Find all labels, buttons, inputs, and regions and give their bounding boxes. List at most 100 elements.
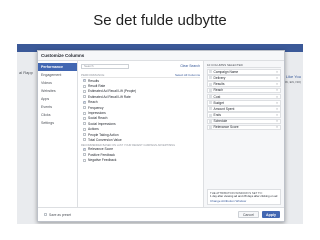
remove-icon[interactable]: ×: [276, 95, 280, 99]
checkbox[interactable]: [83, 89, 86, 93]
selected-column[interactable]: Campaign Name ×: [207, 69, 281, 75]
selected-column-label: Campaign Name: [213, 69, 239, 74]
column-option-label: Positive Feedback: [88, 152, 115, 157]
dialog-footer: Save as preset Cancel Apply: [38, 207, 284, 221]
nav-item[interactable]: Settings: [38, 119, 77, 127]
drag-handle-icon[interactable]: [209, 107, 212, 111]
select-all-link[interactable]: Select All Columns: [175, 73, 200, 77]
checkbox[interactable]: [83, 158, 86, 162]
selected-column[interactable]: Reach ×: [207, 87, 281, 94]
dialog-title: Customize Columns: [41, 53, 85, 58]
selected-column[interactable]: Amount Spent ×: [207, 106, 281, 112]
save-preset-toggle[interactable]: Save as preset: [42, 213, 71, 217]
checkbox[interactable]: [44, 213, 47, 216]
column-option-label: Results: [88, 78, 99, 83]
column-option-label: People Taking Action: [88, 132, 119, 137]
selected-column[interactable]: Relevance Score ×: [207, 124, 281, 131]
selected-column[interactable]: Delivery ×: [207, 75, 281, 81]
option-list: ✓ Results Result Rate Estimated Ad Recall L…: [81, 78, 200, 143]
attribution-text: 1 day after viewing ad and 28 days after…: [210, 193, 278, 198]
remove-icon[interactable]: ×: [276, 88, 280, 92]
selected-column-label: Schedule: [213, 119, 228, 124]
remove-icon[interactable]: ×: [276, 119, 280, 123]
checkbox-checked[interactable]: ✓: [83, 79, 86, 83]
drag-handle-icon[interactable]: [209, 101, 212, 105]
remove-icon[interactable]: ×: [276, 101, 280, 105]
selected-column-label: Cost: [213, 94, 221, 99]
attribution-box: THE ATTRIBUTION WINDOW IS SET TO: 1 day …: [207, 188, 281, 205]
checkbox[interactable]: [83, 133, 86, 137]
cancel-button[interactable]: Cancel: [237, 211, 260, 218]
drag-handle-icon[interactable]: [209, 119, 212, 123]
column-option-label: Relevance Score: [88, 147, 114, 152]
nav-item[interactable]: Engagement: [38, 71, 77, 79]
selected-column-label: Reach: [213, 88, 224, 93]
checkbox[interactable]: [83, 116, 86, 120]
column-options-panel: Search Clear Search PERFORMANCE Select A…: [78, 61, 204, 207]
nav-item[interactable]: Performance: [38, 63, 77, 71]
remove-icon[interactable]: ×: [276, 70, 280, 74]
column-option-label: Social Impressions: [88, 121, 116, 126]
checkbox-checked[interactable]: ✓: [83, 100, 86, 104]
apply-button[interactable]: Apply: [262, 211, 280, 218]
selected-column-label: Relevance Score: [213, 125, 239, 130]
drag-handle-icon[interactable]: [209, 88, 212, 92]
checkbox[interactable]: [83, 111, 86, 115]
change-attribution-link[interactable]: Change Attribution Window: [210, 199, 278, 203]
selected-column[interactable]: Results ×: [207, 81, 281, 87]
selected-columns-panel: 10 COLUMNS SELECTED Campaign Name × Delive…: [204, 61, 284, 207]
column-option-label: Reach: [88, 100, 98, 105]
selected-column-label: Delivery: [213, 75, 226, 80]
clear-search-link[interactable]: Clear Search: [180, 64, 200, 68]
category-nav: Performance Engagement Videos Websites Apps E…: [38, 61, 78, 207]
drag-handle-icon[interactable]: [209, 125, 212, 129]
drag-handle-icon[interactable]: [209, 95, 212, 99]
save-preset-label: Save as preset: [49, 212, 71, 217]
column-option-label: Result Rate: [88, 84, 106, 89]
column-option-label: Impressions: [88, 111, 106, 116]
selected-column[interactable]: Schedule ×: [207, 118, 281, 125]
column-option[interactable]: Total Conversion Value: [81, 137, 200, 142]
search-row: Search Clear Search: [81, 63, 200, 69]
nav-item[interactable]: Apps: [38, 95, 77, 103]
selected-column[interactable]: Ends ×: [207, 112, 281, 118]
drag-handle-icon[interactable]: [209, 70, 212, 74]
nav-item[interactable]: Events: [38, 103, 77, 111]
nav-item[interactable]: Websites: [38, 87, 77, 95]
option-list-recommended: ✓ Relevance Score Positive Feedback Negativ…: [81, 147, 200, 163]
remove-icon[interactable]: ×: [276, 76, 280, 80]
column-option[interactable]: Negative Feedback: [81, 157, 200, 162]
selected-column-label: Budget: [213, 100, 224, 105]
customize-columns-dialog: Customize Columns Performance Engagement V…: [37, 50, 285, 222]
drag-handle-icon[interactable]: [209, 113, 212, 117]
remove-icon[interactable]: ×: [276, 82, 280, 86]
column-option-label: Frequency: [88, 105, 104, 110]
checkbox[interactable]: [83, 95, 86, 99]
checkbox[interactable]: [83, 153, 86, 157]
screenshot: al Rapp People Like You ata (DK, EN, NO)…: [17, 44, 303, 224]
checkbox[interactable]: [83, 127, 86, 131]
checkbox-checked[interactable]: ✓: [83, 147, 86, 151]
remove-icon[interactable]: ×: [276, 125, 280, 129]
remove-icon[interactable]: ×: [276, 107, 280, 111]
drag-handle-icon[interactable]: [209, 76, 212, 80]
selected-column[interactable]: Cost ×: [207, 93, 281, 100]
nav-item[interactable]: Videos: [38, 79, 77, 87]
selected-column-label: Results: [213, 82, 225, 87]
checkbox[interactable]: [83, 138, 86, 142]
dialog-body: Performance Engagement Videos Websites Apps E…: [38, 61, 284, 207]
drag-handle-icon[interactable]: [209, 82, 212, 86]
checkbox[interactable]: [83, 84, 86, 88]
selected-column[interactable]: Budget ×: [207, 99, 281, 106]
selected-count: 10 COLUMNS SELECTED: [207, 63, 281, 68]
dialog-header: Customize Columns: [38, 51, 284, 61]
column-option-label: Actions: [88, 127, 99, 132]
checkbox[interactable]: [83, 122, 86, 126]
column-option-label: Negative Feedback: [88, 158, 117, 163]
column-option-label: Estimated Ad Recall Lift Rate: [88, 94, 131, 99]
remove-icon[interactable]: ×: [276, 113, 280, 117]
nav-item[interactable]: Clicks: [38, 111, 77, 119]
slide-title: Se det fulde udbytte: [93, 12, 227, 29]
checkbox[interactable]: [83, 106, 86, 110]
search-input[interactable]: Search: [81, 63, 129, 69]
